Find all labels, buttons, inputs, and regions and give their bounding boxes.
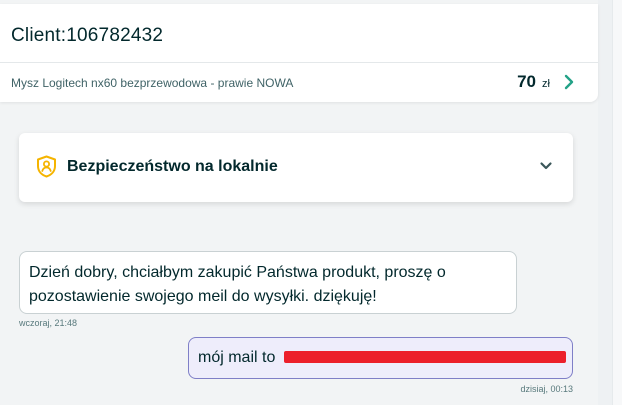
incoming-message-text: Dzień dobry, chciałbym zakupić Państwa p… bbox=[29, 264, 446, 305]
chevron-down-icon[interactable] bbox=[539, 159, 553, 173]
incoming-message-time: wczoraj, 21:48 bbox=[19, 318, 78, 328]
redaction-bar bbox=[284, 351, 566, 363]
outgoing-message-time: dzisiaj, 00:13 bbox=[520, 384, 573, 394]
shield-user-icon bbox=[37, 155, 56, 178]
safety-title: Bezpieczeństwo na lokalnie bbox=[67, 158, 278, 175]
ad-price: 70 bbox=[517, 72, 536, 91]
ad-title: Mysz Logitech nx60 bezprzewodowa - prawi… bbox=[11, 76, 294, 90]
outgoing-message-text: mój mail to bbox=[198, 349, 276, 366]
ad-link-row[interactable]: Mysz Logitech nx60 bezprzewodowa - prawi… bbox=[0, 63, 598, 102]
side-panel-edge bbox=[612, 0, 622, 405]
safety-accordion[interactable]: Bezpieczeństwo na lokalnie bbox=[19, 133, 573, 202]
client-title: Client:106782432 bbox=[11, 25, 164, 46]
chevron-right-icon[interactable] bbox=[562, 73, 576, 91]
outgoing-message: mój mail to bbox=[188, 337, 573, 379]
incoming-message: Dzień dobry, chciałbym zakupić Państwa p… bbox=[19, 251, 517, 314]
conversation-header: Client:106782432 Mysz Logitech nx60 bezp… bbox=[0, 4, 598, 102]
ad-currency: zł bbox=[542, 78, 550, 90]
